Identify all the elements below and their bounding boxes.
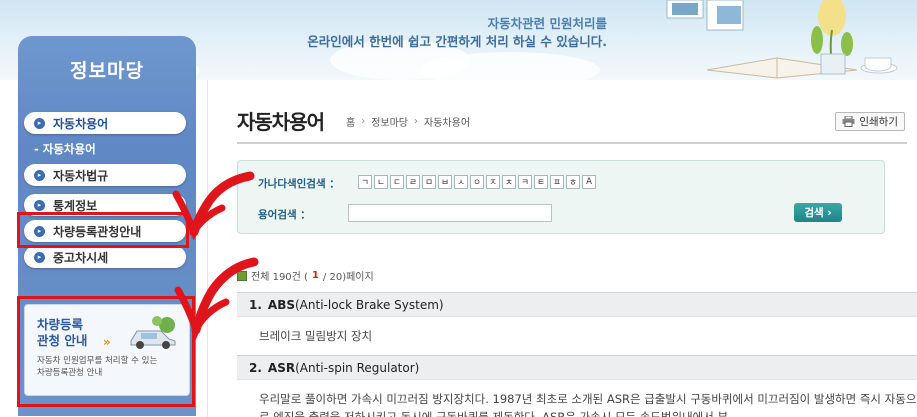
- banner-decoration-illustration: [666, 0, 898, 79]
- result-count-prefix: 전체 190건 (: [251, 272, 308, 283]
- term-full-name: (Anti-lock Brake System): [295, 297, 444, 312]
- index-char-button[interactable]: ㅅ: [454, 175, 468, 189]
- index-char-button[interactable]: ㅊ: [502, 175, 516, 189]
- title-divider: [237, 142, 907, 144]
- banner-line1: 자동차관련 민원처리를: [487, 16, 607, 31]
- index-char-button[interactable]: ㄱ: [358, 175, 372, 189]
- term-list: 1. ABS (Anti-lock Brake System) 브레이크 밀림방…: [237, 292, 917, 417]
- index-char-button[interactable]: ㄹ: [406, 175, 420, 189]
- main-content: 자동차용어 홈 › 정보마당 › 자동차용어 인쇄하기 가나다색인검색 ： ㄱ …: [207, 80, 917, 417]
- breadcrumb-current: 자동차용어: [424, 118, 471, 129]
- chevron-right-icon: ›: [414, 116, 419, 127]
- sidebar-item-label: 중고차시세: [53, 250, 109, 265]
- term-abbreviation: ASR: [267, 360, 296, 375]
- list-icon: [237, 270, 247, 281]
- term-number: 1.: [249, 297, 262, 312]
- highlight-box-registration-menu: [17, 212, 189, 248]
- index-search-label: 가나다색인검색 ：: [258, 178, 340, 190]
- index-char-button[interactable]: ㅎ: [566, 175, 580, 189]
- term-number: 2.: [249, 360, 262, 375]
- print-button-label: 인쇄하기: [859, 116, 898, 128]
- term-search-label: 용어검색 ：: [258, 209, 311, 221]
- index-char-button[interactable]: ㅍ: [550, 175, 564, 189]
- sidebar-item-vehicle-laws[interactable]: ▸ 자동차법규: [24, 164, 186, 186]
- bullet-icon: ▸: [34, 199, 45, 211]
- sidebar-item-label: 자동차법규: [53, 168, 109, 183]
- banner-slogan: 자동차관련 민원처리를 온라인에서 한번에 쉽고 간편하게 처리 하실 수 있습…: [307, 15, 607, 51]
- page-title: 자동차용어: [237, 110, 325, 134]
- index-char-button[interactable]: ㅋ: [518, 175, 532, 189]
- current-page: 1: [311, 270, 319, 281]
- term-row[interactable]: 2. ASR (Anti-spin Regulator): [237, 355, 917, 380]
- bullet-icon: ▸: [34, 251, 45, 263]
- index-char-button[interactable]: ㄷ: [390, 175, 404, 189]
- sidebar-item-label: 통계정보: [53, 198, 98, 213]
- chevron-right-icon: ›: [361, 116, 366, 127]
- sidebar-title: 정보마당: [70, 60, 144, 82]
- index-char-button[interactable]: ㅇ: [470, 175, 484, 189]
- index-char-button[interactable]: ㅌ: [534, 175, 548, 189]
- term-abbreviation: ABS: [267, 297, 295, 312]
- index-char-button[interactable]: ㅁ: [422, 175, 436, 189]
- search-panel: 가나다색인검색 ： ㄱ ㄴ ㄷ ㄹ ㅁ ㅂ ㅅ ㅇ ㅈ ㅊ ㅋ ㅌ ㅍ ㅎ A …: [237, 160, 885, 234]
- highlight-box-promo: [17, 296, 195, 407]
- print-button[interactable]: 인쇄하기: [835, 112, 905, 131]
- banner-line2: 온라인에서 한번에 쉽고 간편하게 처리 하실 수 있습니다.: [307, 34, 607, 49]
- result-count-suffix: / 20)페이지: [322, 272, 374, 283]
- term-row[interactable]: 1. ABS (Anti-lock Brake System): [237, 292, 917, 317]
- term-definition: 브레이크 밀림방지 장치: [259, 329, 373, 343]
- index-char-buttons: ㄱ ㄴ ㄷ ㄹ ㅁ ㅂ ㅅ ㅇ ㅈ ㅊ ㅋ ㅌ ㅍ ㅎ A: [358, 175, 596, 189]
- term-definition: 우리말로 풀이하면 가속시 미끄러짐 방지장치다. 1987년 최초로 소개된 …: [259, 392, 917, 417]
- breadcrumb: 홈 › 정보마당 › 자동차용어: [346, 114, 470, 129]
- index-char-button[interactable]: ㅂ: [438, 175, 452, 189]
- breadcrumb-home[interactable]: 홈: [346, 114, 355, 129]
- bullet-icon: ▸: [34, 169, 45, 181]
- bullet-icon: ▸: [34, 117, 45, 129]
- result-count: 전체 190건 (1 / 20)페이지: [237, 268, 374, 283]
- index-char-button[interactable]: ㄴ: [374, 175, 388, 189]
- index-char-button[interactable]: A: [582, 175, 596, 189]
- sidebar-subitem-vehicle-terms[interactable]: - 자동차용어: [34, 141, 96, 157]
- printer-icon: [842, 116, 855, 127]
- term-search-input[interactable]: [348, 204, 552, 222]
- term-full-name: (Anti-spin Regulator): [295, 360, 420, 375]
- sidebar-item-used-car-prices[interactable]: ▸ 중고차시세: [24, 246, 186, 268]
- sidebar-item-label: 자동차용어: [53, 116, 109, 131]
- sidebar-item-vehicle-terms[interactable]: ▸ 자동차용어: [24, 112, 186, 134]
- search-button[interactable]: 검색 ›: [794, 203, 842, 222]
- index-char-button[interactable]: ㅈ: [486, 175, 500, 189]
- breadcrumb-section[interactable]: 정보마당: [371, 114, 408, 129]
